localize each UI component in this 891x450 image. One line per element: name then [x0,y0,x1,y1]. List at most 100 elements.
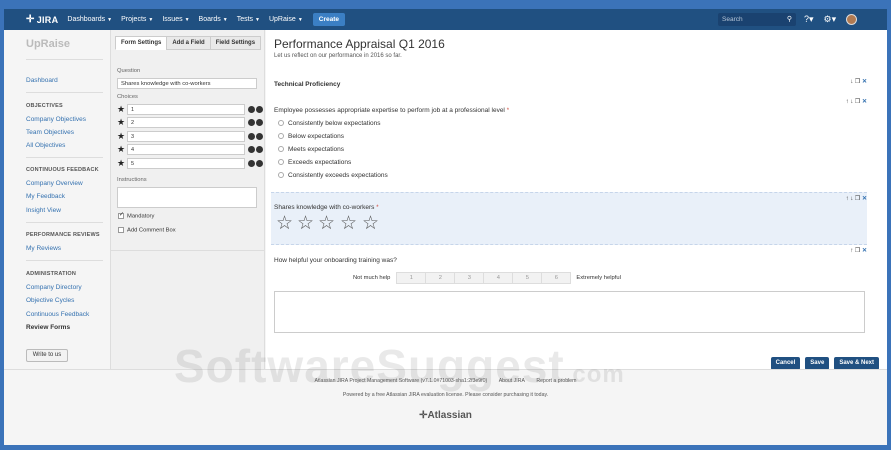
nav-dashboards[interactable]: Dashboards ▼ [67,16,112,23]
close-icon[interactable]: ✕ [862,99,867,105]
remove-choice-icon[interactable] [248,133,255,140]
star-outline-icon[interactable]: ☆ [297,214,314,233]
copy-icon[interactable]: ❐ [855,79,860,85]
scale-option[interactable]: 5 [512,272,543,284]
question-input[interactable]: Shares knowledge with co-workers [117,78,257,89]
jira-logo[interactable]: ✛ JIRA [26,14,58,25]
star-icon: ★ [117,158,126,168]
question-star-rating[interactable]: ↑ ↓ ❐ ✕ Shares knowledge with co-workers… [271,192,867,245]
top-nav: ✛ JIRA Dashboards ▼ Projects ▼ Issues ▼ Boar… [4,9,887,30]
copy-icon[interactable]: ❐ [855,196,860,202]
comment-box-checkbox[interactable]: Add Comment Box [118,227,176,234]
sidebar-item-my-feedback[interactable]: My Feedback [26,193,65,200]
radio-icon [278,146,284,153]
remove-choice-icon[interactable] [248,160,255,167]
add-choice-icon[interactable] [256,160,263,167]
choice-row: ★ 5 [117,158,263,169]
question-text: How helpful your onboarding training was… [274,257,397,264]
star-outline-icon[interactable]: ☆ [362,214,379,233]
sidebar-item-company-directory[interactable]: Company Directory [26,284,82,291]
help-icon[interactable]: ?▾ [804,14,814,25]
watermark: SoftwareSuggest.com [174,340,625,392]
arrow-up-icon[interactable]: ↑ [846,99,849,105]
copy-icon[interactable]: ❐ [855,248,860,254]
radio-option[interactable]: Meets expectations [278,146,344,153]
close-icon[interactable]: ✕ [862,79,867,85]
radio-option[interactable]: Consistently exceeds expectations [278,172,388,179]
close-icon[interactable]: ✕ [862,248,867,254]
create-button[interactable]: Create [312,13,346,26]
gear-icon[interactable]: ⚙▾ [824,14,837,25]
scale-option[interactable]: 1 [396,272,427,284]
write-to-us-button[interactable]: Write to us [26,349,68,362]
chevron-down-icon: ▼ [184,17,190,23]
nav-tests[interactable]: Tests ▼ [237,16,260,23]
tab-form-settings[interactable]: Form Settings [115,36,168,50]
star-outline-icon[interactable]: ☆ [340,214,357,233]
radio-icon [278,159,284,166]
checkbox-icon [118,227,124,233]
scale-option[interactable]: 6 [541,272,572,284]
add-choice-icon[interactable] [256,106,263,113]
radio-option[interactable]: Below expectations [278,133,344,140]
choice-input[interactable]: 2 [127,117,245,128]
arrow-down-icon[interactable]: ↓ [850,196,853,202]
add-choice-icon[interactable] [256,133,263,140]
close-icon[interactable]: ✕ [862,196,867,202]
scale-option[interactable]: 2 [425,272,456,284]
sidebar-item-insight-view[interactable]: Insight View [26,207,61,214]
sidebar-item-continuous-feedback[interactable]: Continuous Feedback [26,311,89,318]
add-choice-icon[interactable] [256,146,263,153]
chevron-down-icon: ▼ [297,17,303,23]
comment-textarea[interactable] [274,291,865,333]
choice-row: ★ 1 [117,104,263,115]
search-input[interactable]: Search ⚲ [718,13,796,26]
radio-option[interactable]: Exceeds expectations [278,159,351,166]
sidebar-item-objective-cycles[interactable]: Objective Cycles [26,297,74,304]
tab-add-a-field[interactable]: Add a Field [166,36,211,50]
instructions-textarea[interactable] [117,187,257,208]
sidebar-item-review-forms[interactable]: Review Forms [26,324,70,331]
nav-boards[interactable]: Boards ▼ [199,16,228,23]
sidebar-item-team-objectives[interactable]: Team Objectives [26,129,74,136]
form-subtitle[interactable]: Let us reflect on our performance in 201… [274,53,402,59]
choice-input[interactable]: 5 [127,158,245,169]
chevron-down-icon: ▼ [255,17,260,23]
arrow-up-icon[interactable]: ↑ [846,196,849,202]
sidebar-item-my-reviews[interactable]: My Reviews [26,245,61,252]
choice-input[interactable]: 3 [127,131,245,142]
instructions-label: Instructions [117,177,147,183]
form-canvas: Performance Appraisal Q1 2016 Let us ref… [266,30,887,370]
question-multiple-choice[interactable]: ↑ ↓ ❐ ✕ Employee possesses appropriate e… [271,96,867,191]
add-choice-icon[interactable] [256,119,263,126]
remove-choice-icon[interactable] [248,146,255,153]
section-header[interactable]: Technical Proficiency ↓ ❐ ✕ [271,76,867,96]
question-scale[interactable]: ↑ ❐ ✕ How helpful your onboarding traini… [271,245,867,287]
choice-input[interactable]: 1 [127,104,245,115]
arrow-down-icon[interactable]: ↓ [850,99,853,105]
nav-projects[interactable]: Projects ▼ [121,16,153,23]
jira-logo-icon: ✛ [26,14,35,25]
copy-icon[interactable]: ❐ [855,99,860,105]
nav-upraise[interactable]: UpRaise ▼ [269,16,303,23]
star-outline-icon[interactable]: ☆ [318,214,335,233]
tab-field-settings[interactable]: Field Settings [209,36,262,50]
question-text: Employee possesses appropriate expertise… [274,107,510,114]
remove-choice-icon[interactable] [248,119,255,126]
sidebar-item-company-overview[interactable]: Company Overview [26,180,83,187]
sidebar-item-all-objectives[interactable]: All Objectives [26,142,65,149]
arrow-up-icon[interactable]: ↑ [850,248,853,254]
avatar[interactable] [846,14,858,25]
choice-input[interactable]: 4 [127,144,245,155]
scale-option[interactable]: 3 [454,272,485,284]
arrow-down-icon[interactable]: ↓ [850,79,853,85]
star-outline-icon[interactable]: ☆ [276,214,293,233]
scale-option[interactable]: 4 [483,272,514,284]
radio-option[interactable]: Consistently below expectations [278,120,381,127]
sidebar-item-company-objectives[interactable]: Company Objectives [26,116,86,123]
nav-issues[interactable]: Issues ▼ [162,16,189,23]
sidebar-item-dashboard[interactable]: Dashboard [26,77,58,84]
mandatory-checkbox[interactable]: Mandatory [118,211,154,220]
form-title[interactable]: Performance Appraisal Q1 2016 [274,37,445,51]
remove-choice-icon[interactable] [248,106,255,113]
